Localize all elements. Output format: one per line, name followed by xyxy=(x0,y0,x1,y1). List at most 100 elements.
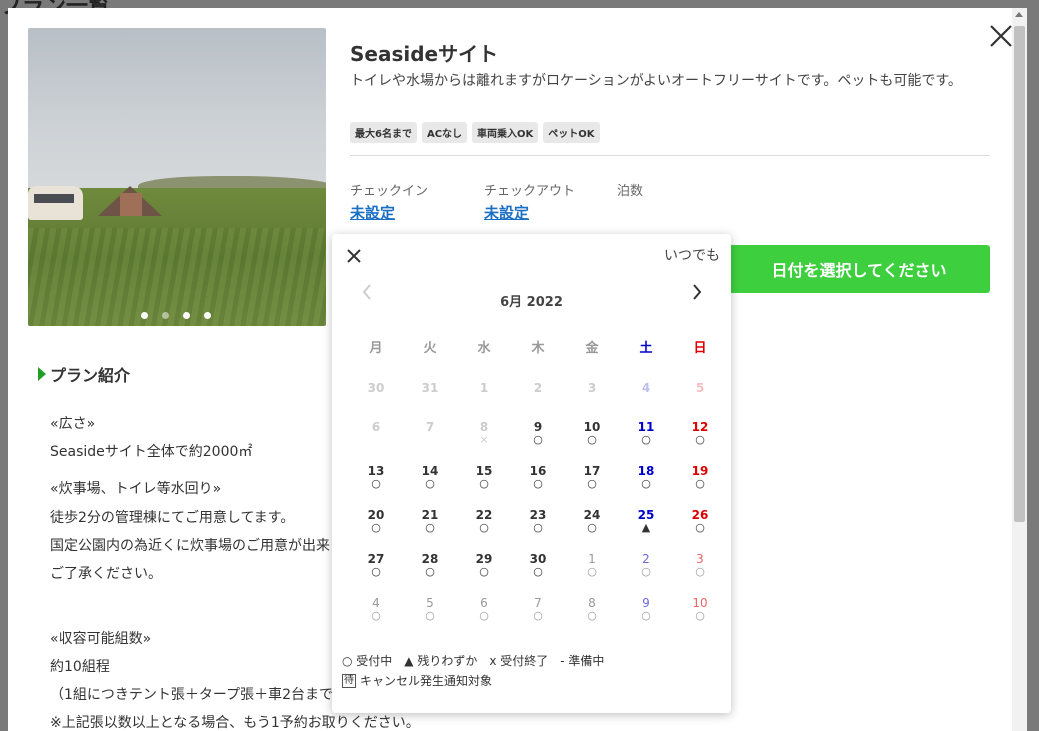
day-number: 11 xyxy=(637,420,655,434)
chevron-right-icon[interactable] xyxy=(690,282,704,302)
checkin-value-link[interactable]: 未設定 xyxy=(350,202,428,223)
calendar-day: 8 × xyxy=(457,420,511,460)
availability-status: ○ xyxy=(425,521,435,534)
calendar-day[interactable]: 19 ○ xyxy=(673,464,727,504)
calendar-day[interactable]: 3 ○ xyxy=(673,552,727,592)
site-tags: 最大6名まで ACなし 車両乗入OK ペットOK xyxy=(350,122,600,143)
availability-status: ○ xyxy=(371,565,381,578)
calendar-day[interactable]: 10 ○ xyxy=(673,596,727,636)
checkin-field: チェックイン 未設定 xyxy=(350,180,428,223)
weekday-header: 木 xyxy=(531,341,545,356)
availability-status: ○ xyxy=(371,609,381,622)
calendar-day[interactable]: 18 ○ xyxy=(619,464,673,504)
calendar-day[interactable]: 28 ○ xyxy=(403,552,457,592)
calendar-day[interactable]: 15 ○ xyxy=(457,464,511,504)
calendar-day[interactable]: 7 ○ xyxy=(511,596,565,636)
calendar-day[interactable]: 12 ○ xyxy=(673,420,727,460)
plan-line: «広さ» xyxy=(50,416,96,432)
carousel-dot[interactable] xyxy=(204,312,211,319)
tag-capacity: 最大6名まで xyxy=(350,122,417,143)
day-number: 27 xyxy=(367,552,385,566)
day-number: 7 xyxy=(534,596,542,610)
calendar-day: 3 xyxy=(565,381,619,421)
availability-status: ○ xyxy=(479,565,489,578)
calendar-day: 4 xyxy=(619,381,673,421)
calendar-day[interactable]: 8 ○ xyxy=(565,596,619,636)
anytime-button[interactable]: いつでも xyxy=(664,245,720,265)
calendar-day[interactable]: 14 ○ xyxy=(403,464,457,504)
calendar-day[interactable]: 21 ○ xyxy=(403,508,457,548)
day-number: 7 xyxy=(425,420,435,434)
weekday-header: 金 xyxy=(585,341,599,356)
calendar-day[interactable]: 17 ○ xyxy=(565,464,619,504)
calendar-day[interactable]: 30 ○ xyxy=(511,552,565,592)
tag-ac: ACなし xyxy=(421,122,468,143)
calendar-day[interactable]: 27 ○ xyxy=(349,552,403,592)
calendar-day[interactable]: 10 ○ xyxy=(565,420,619,460)
day-number: 13 xyxy=(367,464,385,478)
divider xyxy=(350,155,990,156)
calendar-day[interactable]: 5 ○ xyxy=(403,596,457,636)
calendar-day: 2 xyxy=(511,381,565,421)
triangle-right-icon xyxy=(38,367,46,381)
carousel-dot[interactable] xyxy=(183,312,190,319)
day-number: 20 xyxy=(367,508,385,522)
calendar-day[interactable]: 9 ○ xyxy=(619,596,673,636)
calendar-day[interactable]: 9 ○ xyxy=(511,420,565,460)
calendar-day[interactable]: 2 ○ xyxy=(619,552,673,592)
nights-label: 泊数 xyxy=(617,184,644,199)
weekday-header: 日 xyxy=(693,341,707,356)
calendar-day[interactable]: 23 ○ xyxy=(511,508,565,548)
calendar-day: 6 xyxy=(349,420,403,460)
availability-status: ○ xyxy=(425,477,435,490)
day-number: 2 xyxy=(642,552,650,566)
carousel-dot[interactable] xyxy=(141,312,148,319)
calendar-day[interactable]: 13 ○ xyxy=(349,464,403,504)
availability-status: ○ xyxy=(695,477,705,490)
calendar-day[interactable]: 4 ○ xyxy=(349,596,403,636)
availability-status: ○ xyxy=(695,433,705,446)
availability-status: ○ xyxy=(533,477,543,490)
calendar-day[interactable]: 11 ○ xyxy=(619,420,673,460)
calendar-day[interactable]: 22 ○ xyxy=(457,508,511,548)
availability-status: ○ xyxy=(371,477,381,490)
calendar-day[interactable]: 24 ○ xyxy=(565,508,619,548)
day-number: 10 xyxy=(692,596,708,610)
weekday-header: 火 xyxy=(423,341,437,356)
calendar-day: 5 xyxy=(673,381,727,421)
calendar-day[interactable]: 6 ○ xyxy=(457,596,511,636)
calendar-day[interactable]: 29 ○ xyxy=(457,552,511,592)
availability-status: ○ xyxy=(425,565,435,578)
day-number: 6 xyxy=(480,596,488,610)
plan-line: ※上記張以数以上となる場合、もう1予約お取りください。 xyxy=(50,715,420,731)
day-number: 8 xyxy=(588,596,596,610)
date-picker-popup: いつでも 6月 2022 月火水木金土日 30 31 1 2 3 4 5 6 7 8 × 9 ○ 10 ○ 1… xyxy=(332,234,731,713)
scroll-up-arrow[interactable] xyxy=(1015,12,1023,17)
scrollbar-thumb[interactable] xyxy=(1014,26,1025,522)
calendar-day: 31 xyxy=(403,381,457,421)
weekday-header: 水 xyxy=(477,341,491,356)
carousel-dot[interactable] xyxy=(162,312,169,319)
calendar-day: 1 xyxy=(457,381,511,421)
day-number: 21 xyxy=(421,508,439,522)
day-number: 1 xyxy=(479,381,489,395)
calendar-month: 6月 2022 xyxy=(500,295,563,310)
plan-line: 約10組程 xyxy=(50,659,110,675)
calendar-day[interactable]: 25 ▲ xyxy=(619,508,673,548)
availability-status: ○ xyxy=(695,565,705,578)
day-number: 26 xyxy=(691,508,709,522)
availability-status: ○ xyxy=(641,609,651,622)
availability-status: ○ xyxy=(695,521,705,534)
day-number: 2 xyxy=(533,381,543,395)
calendar-day[interactable]: 16 ○ xyxy=(511,464,565,504)
availability-status: ○ xyxy=(587,521,597,534)
calendar-day[interactable]: 26 ○ xyxy=(673,508,727,548)
calendar-day[interactable]: 1 ○ xyxy=(565,552,619,592)
scrollbar[interactable] xyxy=(1012,8,1027,731)
site-photo[interactable] xyxy=(28,28,326,326)
checkout-value-link[interactable]: 未設定 xyxy=(484,202,575,223)
plan-heading: プラン紹介 xyxy=(38,362,130,386)
calendar-day[interactable]: 20 ○ xyxy=(349,508,403,548)
close-calendar-icon[interactable] xyxy=(345,247,363,265)
select-date-button[interactable]: 日付を選択してください xyxy=(728,245,990,293)
